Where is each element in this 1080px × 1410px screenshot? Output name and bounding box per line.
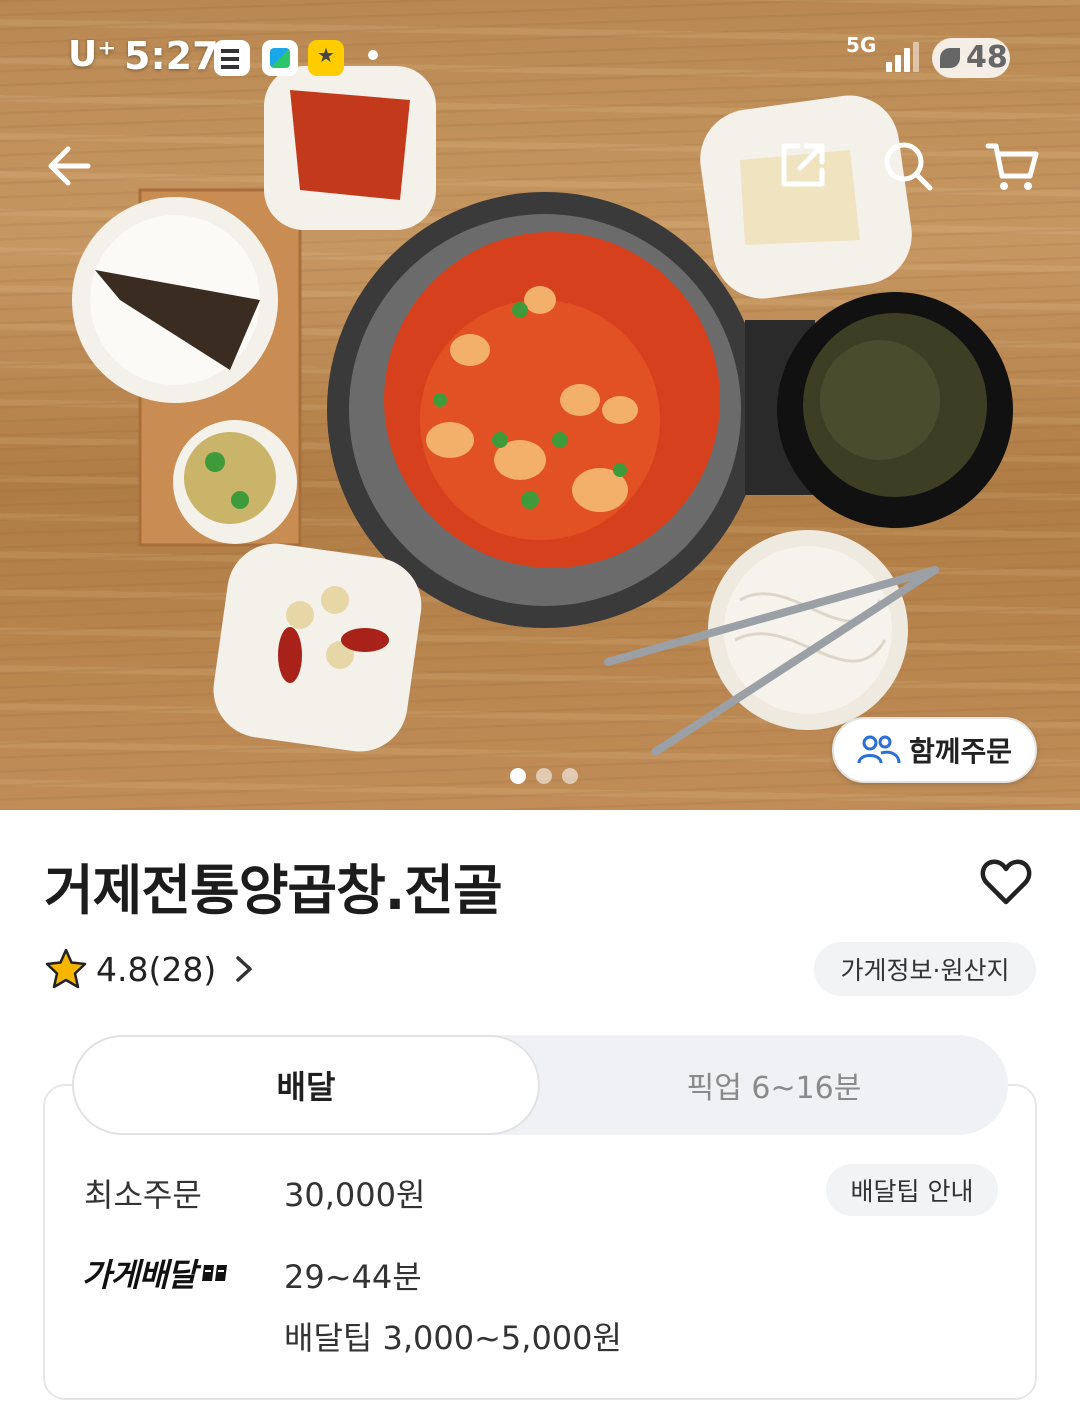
cart-icon [985,143,1039,190]
store-delivery-badge: 가게배달 [82,1250,230,1296]
star-icon [45,948,87,989]
food-photo [72,66,1013,756]
image-pager[interactable] [510,768,578,784]
more-notifications-dot [368,50,378,60]
network-type-label: 5G [846,33,877,57]
min-order-label: 최소주문 [84,1176,202,1214]
tab-pickup-label: 픽업 [686,1071,742,1106]
rating-link[interactable]: 4.8(28) [44,944,258,994]
notes-notification-icon [214,40,250,76]
store-name: 거제전통양곱창.전골 [44,859,503,922]
together-order-label: 함께주문 [908,735,1013,768]
back-button[interactable] [40,136,100,196]
cart-button[interactable] [982,136,1042,196]
store-hero-image[interactable]: U⁺ 5:27 5G 48 [0,0,1080,810]
favorite-button[interactable] [978,854,1034,910]
pager-dot-active [510,768,526,784]
clock: 5:27 [124,34,219,78]
search-button[interactable] [878,136,938,196]
search-icon [884,142,933,191]
pager-dot [536,768,552,784]
tab-pickup-time: 6~16분 [751,1071,862,1106]
carrier-label: U⁺ [68,34,117,75]
pager-dot [562,768,578,784]
store-info-button[interactable]: 가게정보·원산지 [814,942,1036,996]
delivery-tip-info-button[interactable]: 배달팁 안내 [826,1164,998,1216]
share-icon [781,143,825,187]
tab-delivery[interactable]: 배달 [72,1035,540,1135]
group-people-icon [857,735,901,764]
app-notification-icon [262,40,298,76]
rating-score: 4.8(28) [96,949,217,989]
together-order-button[interactable]: 함께주문 [832,717,1037,783]
min-order-value: 30,000원 [284,1176,426,1214]
chevron-right-icon [236,956,252,982]
delivery-tip-range: 배달팁 3,000~5,000원 [284,1319,622,1357]
store-delivery-label: 가게배달 [82,1256,197,1294]
arrow-left-icon [48,146,91,186]
signal-icon [886,42,920,72]
scooter-icon [201,1265,227,1281]
battery-indicator: 48 [932,38,1010,78]
share-button[interactable] [772,136,832,196]
tab-pickup[interactable]: 픽업 6~16분 [540,1035,1008,1135]
bank-notification-icon [308,40,344,76]
status-bar: U⁺ 5:27 5G 48 [0,28,1080,84]
delivery-time: 29~44분 [284,1258,422,1296]
heart-icon [980,859,1032,905]
